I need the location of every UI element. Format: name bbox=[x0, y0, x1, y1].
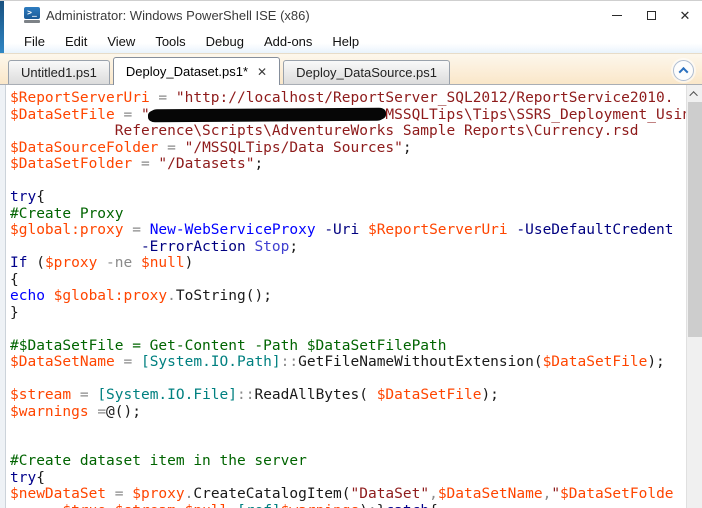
code-line: $true,$stream,$null,[ref]$warnings);}cat… bbox=[10, 503, 686, 508]
window-title: Administrator: Windows PowerShell ISE (x… bbox=[46, 8, 310, 23]
code-line: #Create Proxy bbox=[10, 205, 124, 222]
code-line: $stream = [System.IO.File]::ReadAllBytes… bbox=[10, 387, 499, 403]
menu-tools[interactable]: Tools bbox=[145, 34, 195, 49]
code-line: $warnings =@(); bbox=[10, 403, 141, 420]
powershell-ise-icon: >_ bbox=[24, 7, 40, 23]
menu-help[interactable]: Help bbox=[322, 34, 369, 49]
code-line: $DataSetFile = " MSSQLTips\Tips\SSRS_Depl… bbox=[10, 106, 686, 123]
window-left-accent bbox=[0, 1, 4, 53]
code-line: #$DataSetFile = Get-Content -Path $DataS… bbox=[10, 337, 447, 354]
chevron-up-icon bbox=[678, 66, 689, 77]
redacted-path-scribble bbox=[149, 107, 386, 121]
menu-bar: File Edit View Tools Debug Add-ons Help bbox=[0, 29, 702, 53]
vertical-scrollbar[interactable] bbox=[686, 85, 702, 508]
powershell-ise-window: >_ Administrator: Windows PowerShell ISE… bbox=[0, 0, 702, 508]
code-line: #Create dataset item in the server bbox=[10, 453, 307, 469]
scrollbar-thumb[interactable] bbox=[688, 102, 702, 337]
code-line: $DataSetName = [System.IO.Path]::GetFile… bbox=[10, 354, 665, 370]
tab-close-icon[interactable]: ✕ bbox=[257, 65, 267, 79]
tab-deploy-dataset[interactable]: Deploy_Dataset.ps1* ✕ bbox=[112, 57, 281, 85]
tab-label: Deploy_DataSource.ps1 bbox=[296, 65, 438, 80]
code-line: If ($proxy -ne $null) bbox=[10, 255, 194, 271]
minimize-icon bbox=[612, 14, 622, 16]
code-line: $DataSetFolder = "/Datasets"; bbox=[10, 156, 264, 172]
code-line: -ErrorAction Stop; bbox=[140, 238, 299, 255]
code-line: $newDataSet = $proxy.CreateCatalogItem("… bbox=[10, 486, 674, 502]
close-button[interactable]: ✕ bbox=[668, 1, 702, 29]
code-line: Reference\Scripts\AdventureWorks Sample … bbox=[10, 123, 639, 139]
tab-label: Untitled1.ps1 bbox=[21, 65, 97, 80]
maximize-icon bbox=[646, 10, 656, 20]
chevron-up-icon bbox=[689, 90, 698, 100]
close-icon: ✕ bbox=[679, 7, 691, 23]
menu-edit[interactable]: Edit bbox=[55, 34, 97, 49]
code-line: echo $global:proxy.ToString(); bbox=[10, 288, 272, 304]
tab-label: Deploy_Dataset.ps1* bbox=[125, 64, 249, 79]
script-tab-strip: Untitled1.ps1 Deploy_Dataset.ps1* ✕ Depl… bbox=[0, 53, 702, 85]
menu-add-ons[interactable]: Add-ons bbox=[254, 34, 322, 49]
code-line: } bbox=[10, 304, 19, 321]
script-pane-expand-button[interactable] bbox=[673, 60, 694, 81]
tab-deploy-datasource[interactable]: Deploy_DataSource.ps1 bbox=[283, 60, 451, 84]
code-line: $DataSourceFolder = "/MSSQLTips/Data Sou… bbox=[10, 139, 412, 156]
minimize-button[interactable] bbox=[600, 1, 634, 29]
tab-untitled1[interactable]: Untitled1.ps1 bbox=[8, 60, 110, 84]
editor-selection-margin bbox=[0, 85, 6, 508]
menu-debug[interactable]: Debug bbox=[196, 34, 254, 49]
code-line: $global:proxy = New-WebServiceProxy -Uri… bbox=[10, 222, 674, 238]
script-editor-pane[interactable]: $ReportServerUri = "http://localhost/Rep… bbox=[0, 85, 686, 508]
menu-view[interactable]: View bbox=[97, 34, 145, 49]
code-line: $ReportServerUri = "http://localhost/Rep… bbox=[10, 90, 674, 106]
code-line: { bbox=[10, 271, 19, 288]
scroll-up-button[interactable] bbox=[687, 85, 702, 102]
code-line: try{ bbox=[10, 189, 45, 205]
menu-file[interactable]: File bbox=[14, 34, 55, 49]
window-controls: ✕ bbox=[600, 1, 702, 29]
code-lines[interactable]: $ReportServerUri = "http://localhost/Rep… bbox=[0, 85, 686, 508]
maximize-button[interactable] bbox=[634, 1, 668, 29]
title-bar[interactable]: >_ Administrator: Windows PowerShell ISE… bbox=[0, 1, 702, 29]
code-line: try{ bbox=[10, 469, 45, 486]
